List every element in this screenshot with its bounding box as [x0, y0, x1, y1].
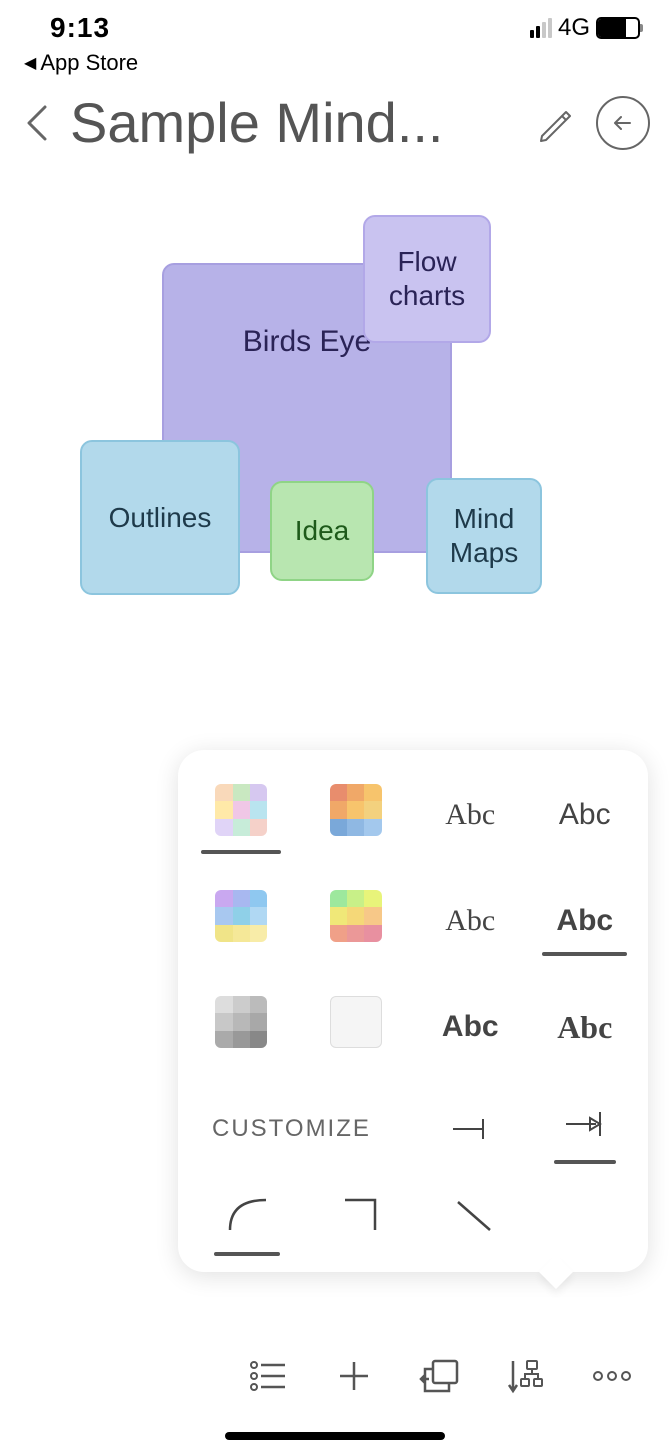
outline-view-button[interactable] [244, 1352, 292, 1400]
connector-straight[interactable] [448, 1194, 498, 1244]
theme-grayscale[interactable] [215, 996, 267, 1058]
connector-angle[interactable] [335, 1194, 385, 1244]
status-indicators: 4G [530, 14, 640, 42]
plus-icon [336, 1358, 372, 1394]
node-label: Idea [295, 515, 350, 547]
chevron-left-icon [23, 103, 51, 143]
node-outlines[interactable]: Outlines [80, 440, 240, 595]
font-serif-regular[interactable]: Abc [445, 900, 495, 942]
theme-pastel[interactable] [215, 784, 267, 846]
arrow-left-icon [608, 108, 638, 138]
font-sample: Abc [445, 798, 495, 831]
home-indicator[interactable] [225, 1432, 445, 1440]
theme-swatch-icon [215, 784, 267, 836]
selected-underline [201, 850, 281, 854]
font-sample: Abc [559, 798, 611, 831]
back-button[interactable] [18, 98, 56, 148]
pencil-button[interactable] [528, 96, 582, 150]
font-sample: Abc [557, 1009, 612, 1045]
cards-icon [419, 1357, 461, 1395]
header: Sample Mind... [0, 84, 670, 183]
status-time: 9:13 [50, 12, 110, 44]
theme-swatch-icon [330, 996, 382, 1048]
connector-icon [562, 1106, 608, 1142]
status-bar: 9:13 4G [0, 0, 670, 50]
node-label: Birds Eye [243, 325, 371, 359]
node-label: Outlines [109, 502, 212, 534]
theme-cool[interactable] [215, 890, 267, 952]
page-title: Sample Mind... [70, 90, 514, 155]
connector-curve[interactable] [222, 1194, 272, 1244]
bottom-toolbar [0, 1336, 670, 1416]
node-label: Flow charts [389, 245, 465, 312]
node-mind-maps[interactable]: Mind Maps [426, 478, 542, 594]
node-idea[interactable]: Idea [270, 481, 374, 581]
hierarchy-button[interactable] [502, 1352, 550, 1400]
list-icon [249, 1359, 287, 1393]
theme-swatch-icon [330, 784, 382, 836]
mindmap-canvas[interactable]: Birds Eye Flow charts Outlines Idea Mind… [0, 183, 670, 683]
theme-swatch-icon [330, 890, 382, 942]
back-triangle-icon: ◀ [24, 53, 36, 73]
font-sans-bold[interactable]: Abc [556, 900, 613, 942]
back-circle-button[interactable] [596, 96, 650, 150]
connector-straight-icon [448, 1194, 498, 1234]
connector-icon [447, 1111, 493, 1147]
style-panel: Abc Abc Abc Abc [178, 750, 648, 1272]
connector-arrow-end[interactable] [562, 1106, 608, 1152]
cards-button[interactable] [416, 1352, 464, 1400]
node-label: Mind Maps [450, 502, 518, 569]
connector-plain-end[interactable] [443, 1102, 497, 1156]
font-script[interactable]: Abc [557, 1005, 612, 1050]
font-serif-light[interactable]: Abc [445, 794, 495, 836]
font-sample: Abc [445, 904, 495, 937]
selected-underline [542, 952, 627, 956]
hierarchy-icon [507, 1357, 545, 1395]
network-label: 4G [558, 14, 590, 42]
theme-rainbow[interactable] [330, 890, 382, 952]
theme-swatch-icon [215, 890, 267, 942]
selected-underline [214, 1252, 280, 1256]
theme-blank[interactable] [330, 996, 382, 1058]
font-sans-regular[interactable]: Abc [559, 794, 611, 836]
battery-icon [596, 17, 640, 39]
font-bold[interactable]: Abc [442, 1006, 499, 1048]
node-flow-charts[interactable]: Flow charts [363, 215, 491, 343]
pencil-icon [536, 104, 574, 142]
theme-swatch-icon [215, 996, 267, 1048]
selected-underline [554, 1160, 616, 1164]
add-button[interactable] [330, 1352, 378, 1400]
back-app-label: App Store [40, 50, 138, 76]
connector-curve-icon [222, 1194, 272, 1234]
back-to-app[interactable]: ◀ App Store [0, 50, 670, 84]
theme-warm[interactable] [330, 784, 382, 846]
signal-icon [530, 18, 552, 38]
more-icon [592, 1370, 632, 1382]
customize-label[interactable]: CUSTOMIZE [206, 1115, 371, 1143]
font-sample: Abc [556, 904, 613, 937]
connector-angle-icon [335, 1194, 385, 1234]
font-sample: Abc [442, 1010, 499, 1043]
more-button[interactable] [588, 1352, 636, 1400]
